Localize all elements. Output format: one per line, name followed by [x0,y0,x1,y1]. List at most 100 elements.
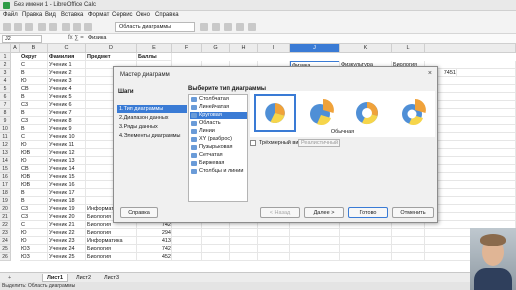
empty-cell[interactable] [425,173,516,181]
table-cell-b[interactable]: В [20,125,48,133]
table-cell-c[interactable]: Ученик 6 [48,101,86,109]
empty-cell[interactable] [425,101,516,109]
row-header[interactable]: 18 [0,189,11,197]
empty-cell[interactable] [172,229,202,237]
pie-exploded-variant[interactable] [300,94,342,132]
empty-cell[interactable] [172,237,202,245]
table-cell-b[interactable]: С3 [20,213,48,221]
empty-cell[interactable] [392,237,425,245]
empty-cell[interactable] [230,253,258,261]
empty-cell[interactable] [340,245,392,253]
chart-type-item[interactable]: Биржевая [190,160,247,167]
cut-icon[interactable] [62,23,70,31]
row-header[interactable]: 17 [0,181,11,189]
menu-view[interactable]: Вид [45,12,56,18]
table-cell-c[interactable]: Ученик 9 [48,125,86,133]
table-cell-d[interactable]: Биология [86,229,137,237]
row-header[interactable]: 19 [0,197,11,205]
table-cell-d[interactable]: Информатика [86,237,137,245]
empty-cell[interactable] [290,237,340,245]
column-header-d[interactable]: D [86,44,137,53]
row-header[interactable]: 4 [0,77,11,85]
empty-cell[interactable] [202,253,230,261]
empty-cell[interactable] [425,133,516,141]
empty-cell[interactable] [425,149,516,157]
row-header[interactable]: 5 [0,85,11,93]
menu-insert[interactable]: Вставка [61,12,83,18]
column-header-i[interactable]: I [258,44,290,53]
table-cell-c[interactable]: Ученик 8 [48,117,86,125]
column-header-l[interactable]: L [392,44,425,53]
table-cell-c[interactable]: Ученик 5 [48,93,86,101]
table-cell-b[interactable]: С3 [20,101,48,109]
cancel-button[interactable]: Отменить [392,207,434,218]
empty-cell[interactable] [258,245,290,253]
chart-type-item[interactable]: Столбцы и линии [190,168,247,175]
row-header[interactable]: 2 [0,61,11,69]
menu-edit[interactable]: Правка [22,12,42,18]
empty-cell[interactable] [258,237,290,245]
table-cell-c[interactable]: Ученик 24 [48,245,86,253]
row-header[interactable]: 21 [0,213,11,221]
empty-cell[interactable] [425,157,516,165]
header-cell-d[interactable]: Предмет [86,53,137,61]
column-header-e[interactable]: E [137,44,172,53]
empty-cell[interactable] [258,253,290,261]
table-cell-c[interactable]: Ученик 25 [48,253,86,261]
three-d-style-select[interactable]: Реалистичный [298,139,340,147]
copy-icon[interactable] [73,23,81,31]
three-d-checkbox[interactable] [250,140,256,146]
table-cell-c[interactable]: Ученик 2 [48,69,86,77]
empty-cell[interactable] [425,69,516,77]
table-cell-d[interactable]: Биология [86,245,137,253]
chart-type-item[interactable]: Линейчатая [190,104,247,111]
table-cell-c[interactable]: Ученик 18 [48,197,86,205]
column-header-a[interactable]: A [11,44,20,53]
empty-cell[interactable] [425,61,516,69]
empty-cell[interactable] [258,229,290,237]
redo-icon[interactable] [49,23,57,31]
empty-cell[interactable] [172,245,202,253]
finish-button[interactable]: Готово [348,207,388,218]
row-header[interactable]: 1 [0,53,11,61]
row-header[interactable]: 16 [0,173,11,181]
empty-cell[interactable] [290,253,340,261]
paste-icon[interactable] [84,23,92,31]
table-cell-c[interactable]: Ученик 14 [48,165,86,173]
menu-help[interactable]: Справка [155,12,179,18]
empty-cell[interactable] [230,237,258,245]
table-cell-b[interactable]: В [20,69,48,77]
column-header-k[interactable]: K [340,44,392,53]
table-cell-b[interactable]: Ю [20,77,48,85]
row-header[interactable]: 22 [0,221,11,229]
table-cell-e[interactable]: 413 [137,237,172,245]
chart-element-select[interactable]: Область диаграммы [115,22,195,32]
new-icon[interactable] [3,23,11,31]
empty-cell[interactable] [392,245,425,253]
table-cell-b[interactable]: С [20,133,48,141]
table-cell-c[interactable]: Ученик 21 [48,221,86,229]
empty-cell[interactable] [202,245,230,253]
table-cell-b[interactable]: С [20,221,48,229]
chart-type-item[interactable]: Область [190,120,247,127]
row-header[interactable]: 25 [0,245,11,253]
column-header-h[interactable]: H [230,44,258,53]
chart-type-item[interactable]: Сетчатая [190,152,247,159]
table-cell-e[interactable]: 742 [137,245,172,253]
row-header[interactable]: 13 [0,149,11,157]
table-cell-b[interactable]: Ю [20,229,48,237]
row-header[interactable]: 3 [0,69,11,77]
next-button[interactable]: Далее > [304,207,344,218]
table-cell-c[interactable]: Ученик 23 [48,237,86,245]
empty-cell[interactable] [425,141,516,149]
chart-title-icon[interactable] [224,23,232,31]
table-cell-c[interactable]: Ученик 7 [48,109,86,117]
empty-cell[interactable] [230,245,258,253]
table-cell-b[interactable]: ЮЗ [20,245,48,253]
row-header[interactable]: 24 [0,237,11,245]
table-cell-c[interactable]: Ученик 13 [48,157,86,165]
empty-cell[interactable] [425,181,516,189]
table-cell-b[interactable]: СВ [20,85,48,93]
menu-tools[interactable]: Сервис [112,12,133,18]
chart-grid-icon[interactable] [248,23,256,31]
